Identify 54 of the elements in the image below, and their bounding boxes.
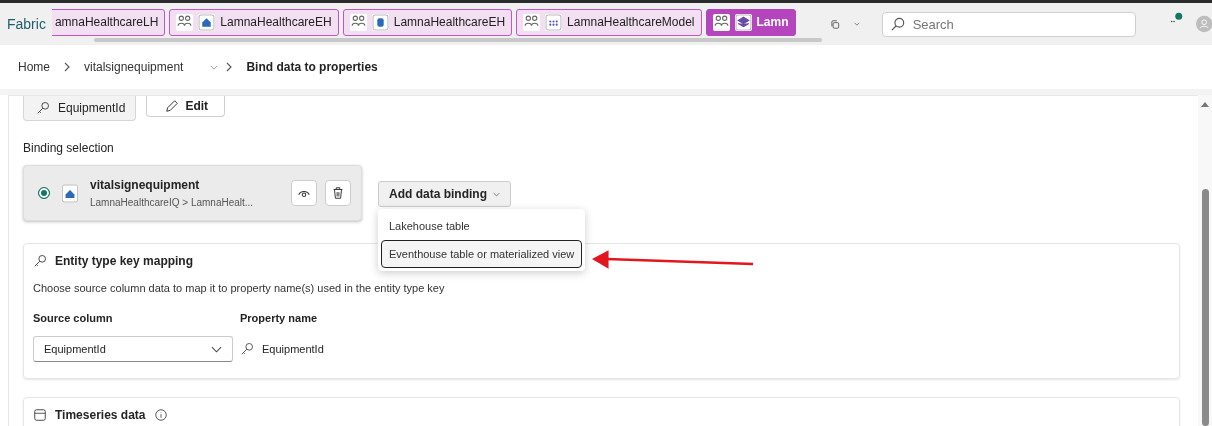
workspace-tab[interactable]: Lamn (705, 8, 796, 36)
binding-path: LamnaHealthcareIQ > LamnaHealt... (90, 197, 255, 208)
trash-icon (331, 186, 345, 200)
menu-item[interactable]: Eventhouse table or materialized view (381, 240, 583, 268)
info-icon (153, 408, 168, 422)
workspace-tab[interactable]: LamnaHealthcareModel (516, 8, 702, 36)
search-field[interactable]: Search (881, 11, 1136, 37)
key-icon (240, 342, 254, 356)
binding-name: vitalsignequipment (90, 178, 201, 192)
workspace-tab[interactable]: LamnaHealthcareEH (342, 8, 513, 36)
people-icon (712, 13, 730, 31)
grid-icon (545, 13, 563, 31)
key-icon (36, 101, 50, 115)
people-icon (349, 13, 367, 31)
menu-item[interactable]: Lakehouse table (381, 212, 583, 240)
column-label: Property name (240, 312, 319, 324)
radio-button[interactable] (38, 187, 50, 199)
house-icon (198, 13, 216, 31)
breadcrumb-item: Bind data to properties (246, 60, 378, 74)
chevron-right-icon (64, 62, 70, 72)
delete-button[interactable] (325, 180, 351, 206)
breadcrumb-item[interactable]: Home (18, 60, 50, 74)
search-icon (890, 16, 905, 31)
edit-button[interactable]: Edit (146, 96, 226, 117)
binding-card[interactable]: vitalsignequipment LamnaHealthcareIQ > LamnaHealt... (23, 165, 362, 221)
chevron-right-icon (226, 62, 233, 72)
add-data-binding-button[interactable]: Add data binding (378, 181, 511, 207)
pencil-icon (165, 99, 180, 113)
workspace-tab[interactable]: amnaHealthcareLH (51, 8, 166, 36)
scrollbar[interactable] (1198, 95, 1212, 426)
card-description: Choose source column data to map it to property name(s) used in the entity type key (33, 282, 446, 294)
chevron-down-icon (493, 191, 500, 197)
source-column-dropdown[interactable]: EquipmentId (33, 336, 233, 362)
house-document-icon (62, 183, 78, 203)
layers-icon (734, 13, 752, 31)
people-icon (523, 13, 541, 31)
preview-button[interactable] (291, 180, 317, 206)
key-property-name: EquipmentId (58, 101, 126, 115)
key-icon (33, 254, 47, 268)
scroll-up-icon[interactable] (1201, 101, 1209, 107)
section-title: Binding selection (23, 141, 115, 155)
card-title: Entity type key mapping (55, 254, 194, 268)
chevron-down-icon (211, 345, 222, 353)
people-icon (176, 13, 194, 31)
card-title: Timeseries data (55, 408, 146, 422)
workspace-tab[interactable]: LamnaHealthcareEH (169, 8, 339, 36)
table-icon (33, 408, 47, 422)
property-name: EquipmentId (262, 343, 324, 355)
chevron-down-icon[interactable] (853, 21, 860, 27)
database-icon (371, 13, 389, 31)
app-name: Fabric (6, 16, 47, 32)
breadcrumb-item[interactable]: vitalsignequipment (84, 60, 184, 74)
chevron-down-icon[interactable] (210, 64, 219, 70)
column-label: Source column (33, 312, 114, 324)
